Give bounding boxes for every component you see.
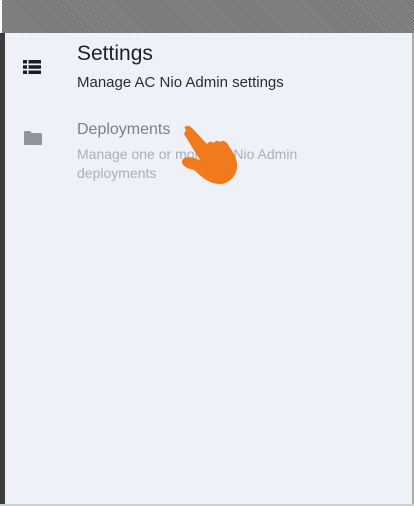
deployments-title: Deployments [77,121,171,138]
settings-description: Manage AC Nio Admin settings [77,74,284,91]
top-bar [2,0,414,33]
settings-title: Settings [77,42,153,65]
deployments-description: Manage one or more AC Nio Admin deployme… [77,146,298,181]
menu-item-settings[interactable]: Settings Manage AC Nio Admin settings [5,33,412,103]
app-window: Settings Manage AC Nio Admin settings De… [0,0,414,506]
settings-menu-panel: Settings Manage AC Nio Admin settings De… [5,33,412,504]
list-icon [23,59,41,75]
menu-item-deployments[interactable]: Deployments Manage one or more AC Nio Ad… [5,113,412,193]
folder-icon [23,130,42,146]
